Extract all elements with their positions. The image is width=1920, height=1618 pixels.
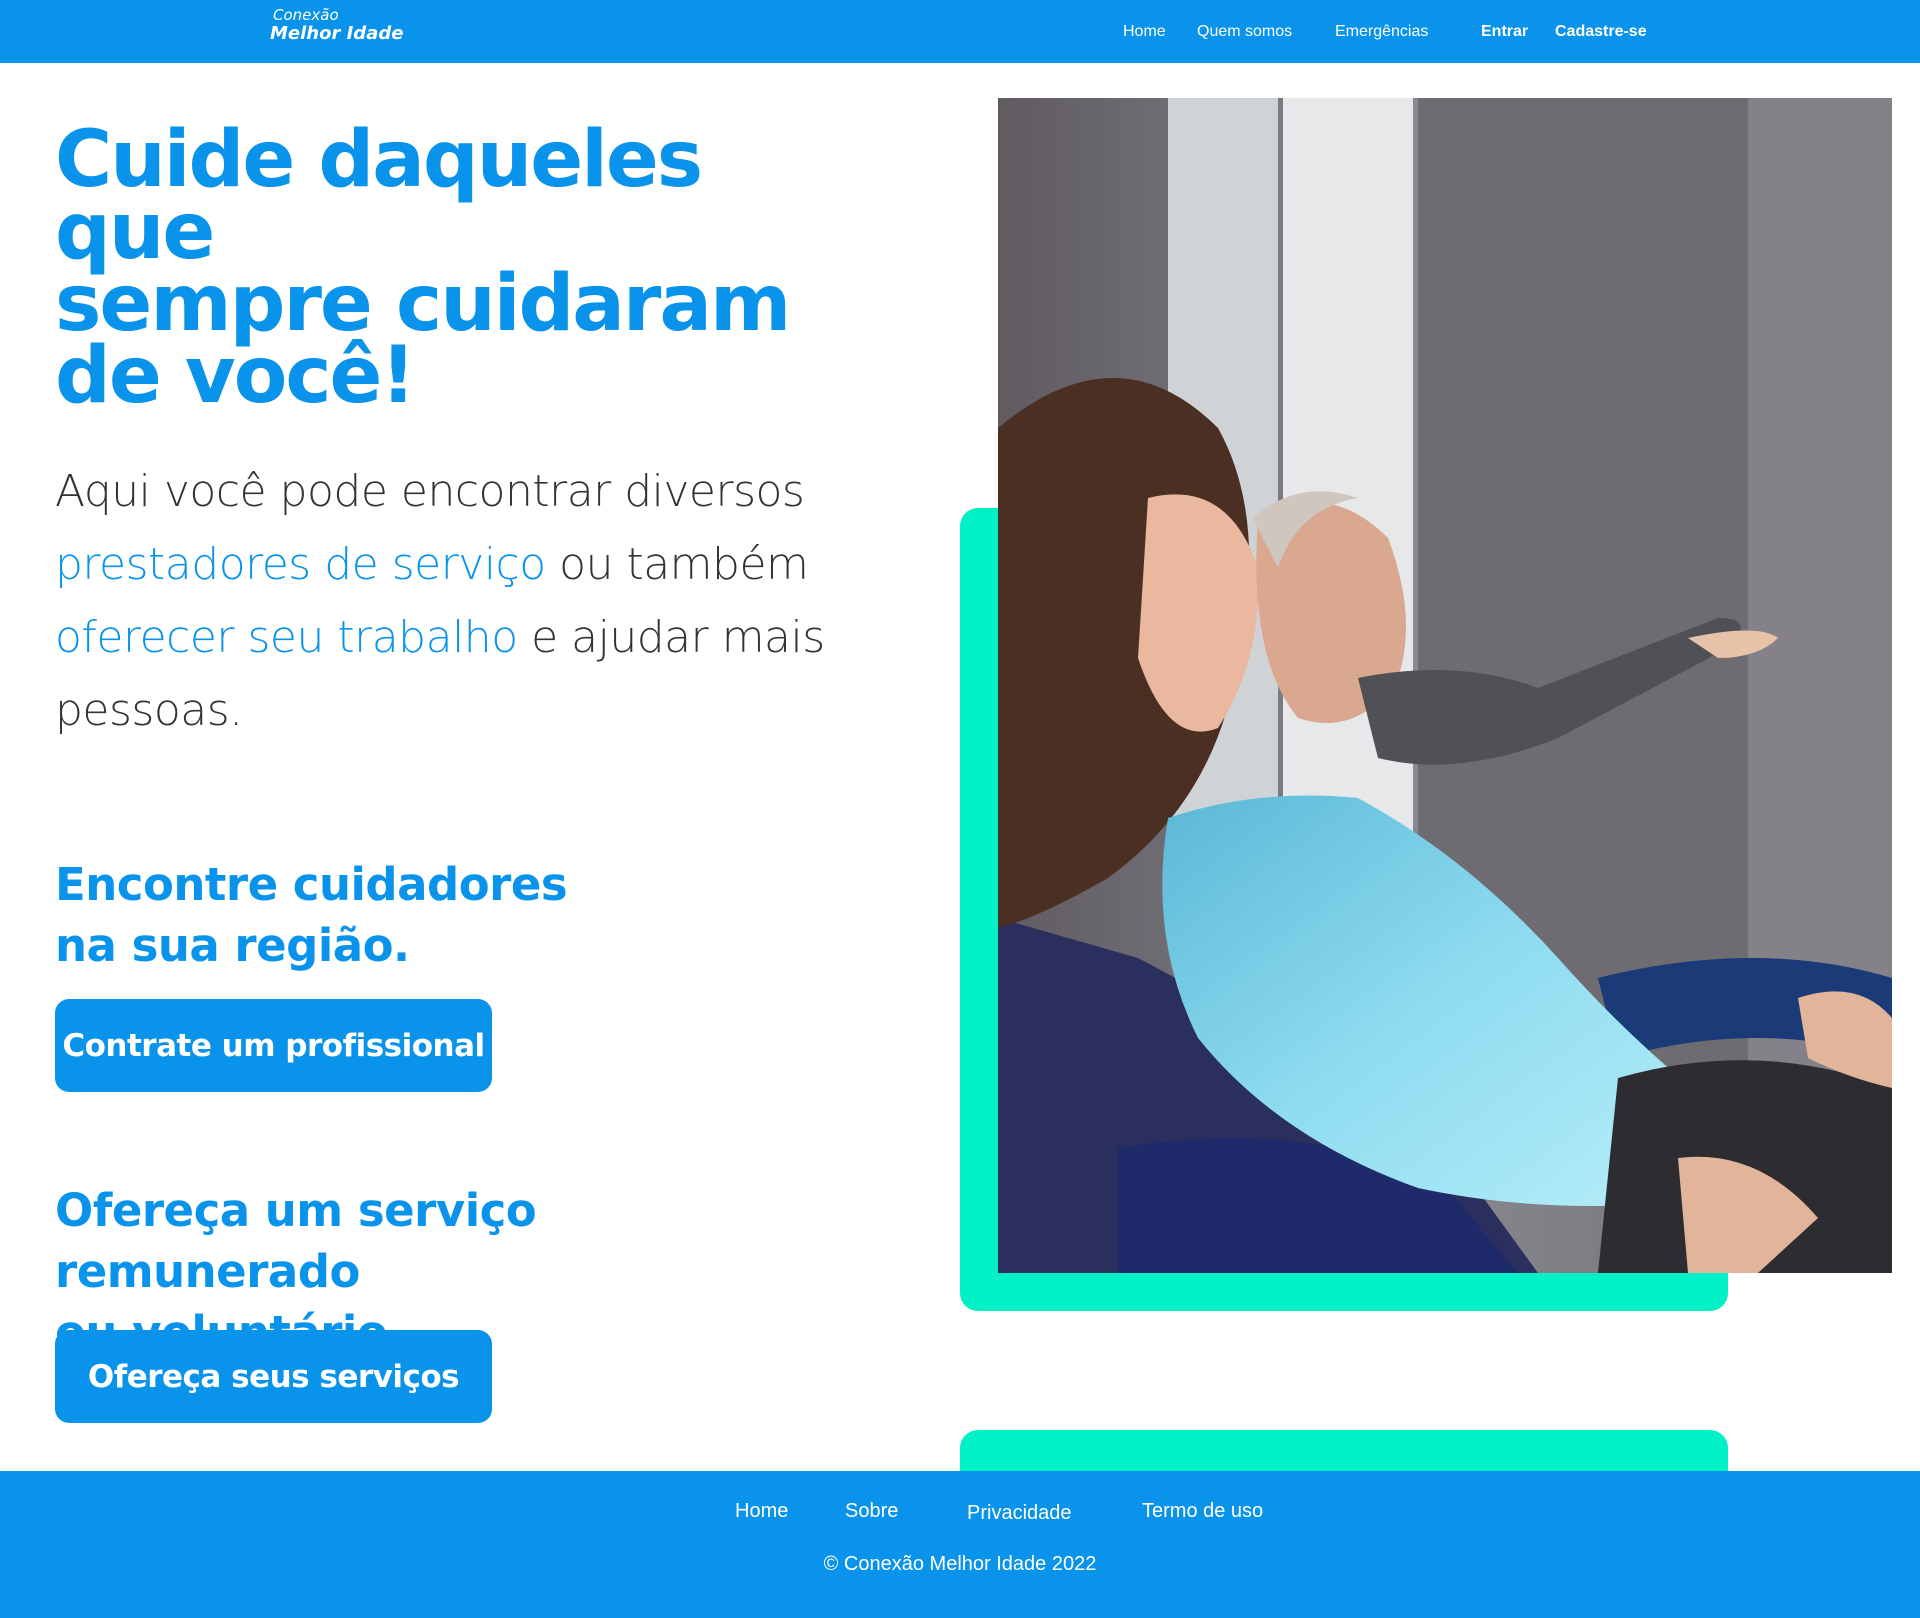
footer-privacy-link[interactable]: Privacidade bbox=[967, 1502, 1072, 1525]
footer-nav: Home Sobre Privacidade Termo de uso bbox=[0, 1500, 1920, 1524]
headline-line: Cuide daqueles que bbox=[55, 115, 703, 277]
site-footer: Home Sobre Privacidade Termo de uso © Co… bbox=[0, 1471, 1920, 1618]
offer-services-button[interactable]: Ofereça seus serviços bbox=[55, 1330, 492, 1423]
site-logo[interactable]: Conexão Melhor Idade bbox=[270, 8, 403, 43]
footer-about-link[interactable]: Sobre bbox=[845, 1500, 898, 1523]
intro-text: ou também bbox=[545, 539, 809, 590]
headline-line: de você! bbox=[55, 331, 416, 421]
logo-line-2: Melhor Idade bbox=[270, 23, 404, 44]
login-link[interactable]: Entrar bbox=[1481, 23, 1528, 41]
nav-about-link[interactable]: Quem somos bbox=[1197, 23, 1292, 41]
hire-professional-button[interactable]: Contrate um profissional bbox=[55, 999, 492, 1092]
intro-highlight-offer: oferecer seu trabalho bbox=[55, 612, 518, 663]
intro-highlight-providers: prestadores de serviço bbox=[55, 539, 546, 590]
intro-text: Aqui você pode encontrar diversos bbox=[55, 466, 805, 517]
nav-emergencies-link[interactable]: Emergências bbox=[1335, 23, 1428, 41]
hero-headline: Cuide daqueles que sempre cuidaram de vo… bbox=[55, 115, 815, 421]
heading-line: Ofereça um serviço remunerado bbox=[55, 1184, 537, 1298]
signup-link[interactable]: Cadastre-se bbox=[1555, 23, 1647, 41]
hero-intro: Aqui você pode encontrar diversos presta… bbox=[55, 455, 835, 747]
headline-line: sempre cuidaram bbox=[55, 259, 791, 349]
hero-photo-illustration bbox=[998, 98, 1892, 1273]
logo-line-1: Conexão bbox=[273, 6, 339, 24]
heading-line: Encontre cuidadores bbox=[55, 858, 568, 911]
hero-photo bbox=[998, 98, 1892, 1273]
footer-terms-link[interactable]: Termo de uso bbox=[1142, 1500, 1263, 1523]
heading-line: na sua região. bbox=[55, 919, 410, 972]
nav-home-link[interactable]: Home bbox=[1123, 23, 1166, 41]
copyright-text: © Conexão Melhor Idade 2022 bbox=[823, 1553, 1097, 1575]
footer-home-link[interactable]: Home bbox=[735, 1500, 788, 1523]
site-header: Conexão Melhor Idade Home Quem somos Eme… bbox=[0, 0, 1920, 63]
find-caregivers-heading: Encontre cuidadores na sua região. bbox=[55, 854, 815, 976]
